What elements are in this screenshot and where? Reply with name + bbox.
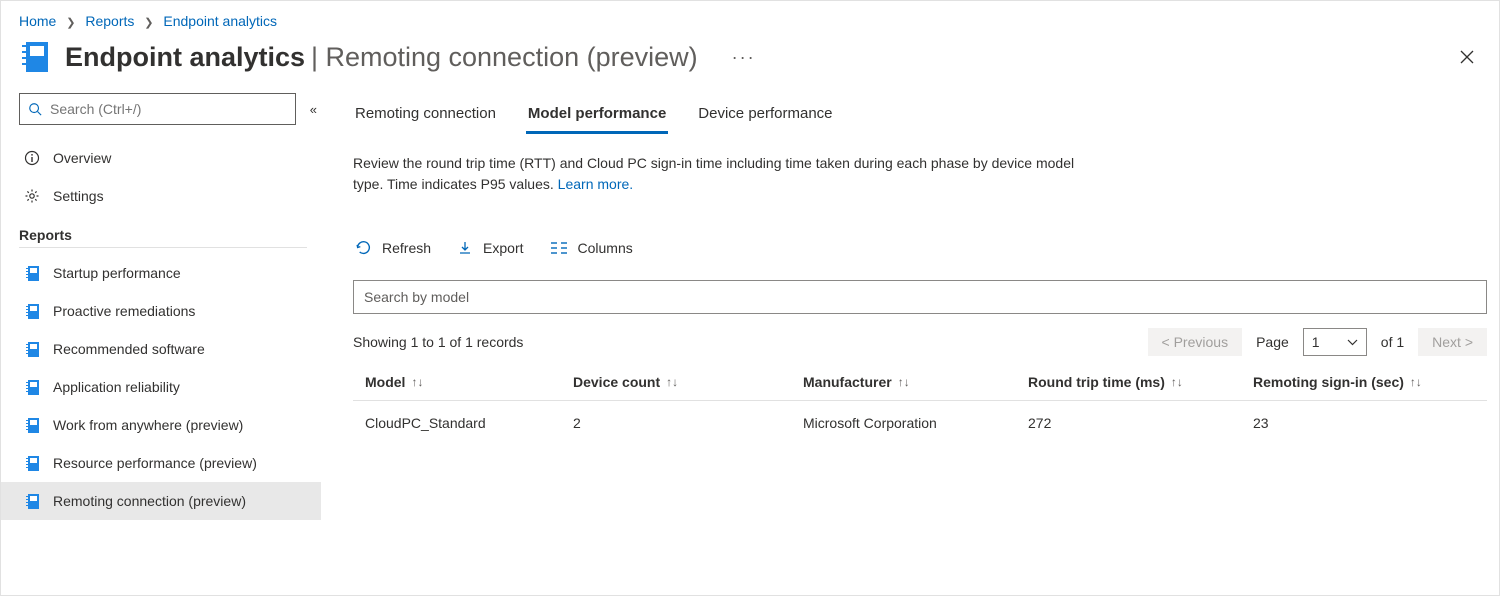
col-header-manufacturer[interactable]: Manufacturer ↑↓ <box>803 374 1028 390</box>
sidebar-item-startup-performance[interactable]: Startup performance <box>1 254 321 292</box>
page-select-value: 1 <box>1312 334 1320 350</box>
sort-icon: ↑↓ <box>1171 375 1183 389</box>
sidebar-item-label: Startup performance <box>53 265 181 281</box>
sort-icon: ↑↓ <box>411 375 423 389</box>
download-icon <box>457 240 473 256</box>
notebook-small-icon <box>23 302 41 320</box>
notebook-icon <box>19 39 51 75</box>
chevron-right-icon: ❯ <box>66 17 75 29</box>
sort-icon: ↑↓ <box>666 375 678 389</box>
sidebar-item-label: Proactive remediations <box>53 303 195 319</box>
export-label: Export <box>483 240 523 256</box>
tab-model-performance[interactable]: Model performance <box>526 99 668 134</box>
sidebar-item-label: Remoting connection (preview) <box>53 493 246 509</box>
pagination: < Previous Page 1 of 1 Next > <box>1148 328 1487 356</box>
export-button[interactable]: Export <box>455 236 525 260</box>
table-header-row: Model ↑↓ Device count ↑↓ Manufacturer ↑↓… <box>353 374 1487 401</box>
toolbar: Refresh Export <box>353 235 1487 260</box>
notebook-small-icon <box>23 454 41 472</box>
more-actions-button[interactable]: ··· <box>732 47 756 68</box>
sidebar-item-label: Work from anywhere (preview) <box>53 417 243 433</box>
close-button[interactable] <box>1453 43 1481 71</box>
chevron-down-icon <box>1347 339 1358 346</box>
col-header-model[interactable]: Model ↑↓ <box>353 374 573 390</box>
learn-more-link[interactable]: Learn more. <box>558 176 633 192</box>
data-table: Model ↑↓ Device count ↑↓ Manufacturer ↑↓… <box>353 374 1487 445</box>
col-header-label: Device count <box>573 374 660 390</box>
page-title: Endpoint analytics | Remoting connection… <box>65 42 698 73</box>
sidebar-item-label: Resource performance (preview) <box>53 455 257 471</box>
page-title-main: Endpoint analytics <box>65 42 305 72</box>
sidebar-item-overview[interactable]: Overview <box>1 139 321 177</box>
sidebar-search[interactable] <box>19 93 296 125</box>
col-header-round-trip-time[interactable]: Round trip time (ms) ↑↓ <box>1028 374 1253 390</box>
col-header-label: Remoting sign-in (sec) <box>1253 374 1404 390</box>
tab-bar: Remoting connection Model performance De… <box>353 99 1487 135</box>
gear-icon <box>23 187 41 205</box>
main-content: Remoting connection Model performance De… <box>321 93 1499 587</box>
table-row[interactable]: CloudPC_Standard 2 Microsoft Corporation… <box>353 401 1487 445</box>
breadcrumb-reports[interactable]: Reports <box>85 13 134 29</box>
columns-icon <box>550 241 568 255</box>
search-icon <box>28 102 42 116</box>
sidebar-item-remoting-connection[interactable]: Remoting connection (preview) <box>1 482 321 520</box>
notebook-small-icon <box>23 492 41 510</box>
page-of-label: of 1 <box>1381 334 1404 350</box>
cell-device-count: 2 <box>573 415 803 431</box>
breadcrumb-endpoint-analytics[interactable]: Endpoint analytics <box>163 13 277 29</box>
sidebar-item-proactive-remediations[interactable]: Proactive remediations <box>1 292 321 330</box>
columns-label: Columns <box>578 240 633 256</box>
sidebar-item-label: Application reliability <box>53 379 180 395</box>
page-title-sub: | Remoting connection (preview) <box>311 42 698 72</box>
columns-button[interactable]: Columns <box>548 236 635 260</box>
notebook-small-icon <box>23 416 41 434</box>
info-icon <box>23 149 41 167</box>
cell-rtt: 272 <box>1028 415 1253 431</box>
refresh-button[interactable]: Refresh <box>353 235 433 260</box>
collapse-sidebar-button[interactable]: « <box>306 98 321 121</box>
tab-device-performance[interactable]: Device performance <box>696 99 834 134</box>
breadcrumb-home[interactable]: Home <box>19 13 56 29</box>
col-header-remoting-signin[interactable]: Remoting sign-in (sec) ↑↓ <box>1253 374 1487 390</box>
page-label: Page <box>1256 334 1289 350</box>
notebook-small-icon <box>23 264 41 282</box>
tab-remoting-connection[interactable]: Remoting connection <box>353 99 498 134</box>
refresh-label: Refresh <box>382 240 431 256</box>
cell-model: CloudPC_Standard <box>353 415 573 431</box>
filter-by-model-input[interactable] <box>353 280 1487 314</box>
tab-description: Review the round trip time (RTT) and Clo… <box>353 153 1093 195</box>
col-header-label: Model <box>365 374 405 390</box>
sidebar-item-recommended-software[interactable]: Recommended software <box>1 330 321 368</box>
page-select[interactable]: 1 <box>1303 328 1367 356</box>
page-header: Endpoint analytics | Remoting connection… <box>1 29 1499 93</box>
notebook-small-icon <box>23 378 41 396</box>
record-count-text: Showing 1 to 1 of 1 records <box>353 334 523 350</box>
col-header-label: Round trip time (ms) <box>1028 374 1165 390</box>
breadcrumb: Home ❯ Reports ❯ Endpoint analytics <box>1 1 1499 29</box>
description-text: Review the round trip time (RTT) and Clo… <box>353 155 1074 192</box>
refresh-icon <box>355 239 372 256</box>
previous-page-button[interactable]: < Previous <box>1148 328 1243 356</box>
sort-icon: ↑↓ <box>1410 375 1422 389</box>
sidebar-item-work-from-anywhere[interactable]: Work from anywhere (preview) <box>1 406 321 444</box>
cell-manufacturer: Microsoft Corporation <box>803 415 1028 431</box>
sidebar-search-input[interactable] <box>50 101 287 117</box>
cell-signin: 23 <box>1253 415 1487 431</box>
col-header-device-count[interactable]: Device count ↑↓ <box>573 374 803 390</box>
sort-icon: ↑↓ <box>898 375 910 389</box>
sidebar-item-application-reliability[interactable]: Application reliability <box>1 368 321 406</box>
sidebar: « Overview Settings Reports Startup perf… <box>1 93 321 587</box>
col-header-label: Manufacturer <box>803 374 892 390</box>
sidebar-item-settings[interactable]: Settings <box>1 177 321 215</box>
sidebar-item-label: Recommended software <box>53 341 205 357</box>
chevron-right-icon: ❯ <box>144 17 153 29</box>
sidebar-section-reports: Reports <box>19 227 321 243</box>
divider <box>19 247 307 248</box>
next-page-button[interactable]: Next > <box>1418 328 1487 356</box>
sidebar-item-label: Overview <box>53 150 111 166</box>
sidebar-item-resource-performance[interactable]: Resource performance (preview) <box>1 444 321 482</box>
notebook-small-icon <box>23 340 41 358</box>
sidebar-item-label: Settings <box>53 188 104 204</box>
